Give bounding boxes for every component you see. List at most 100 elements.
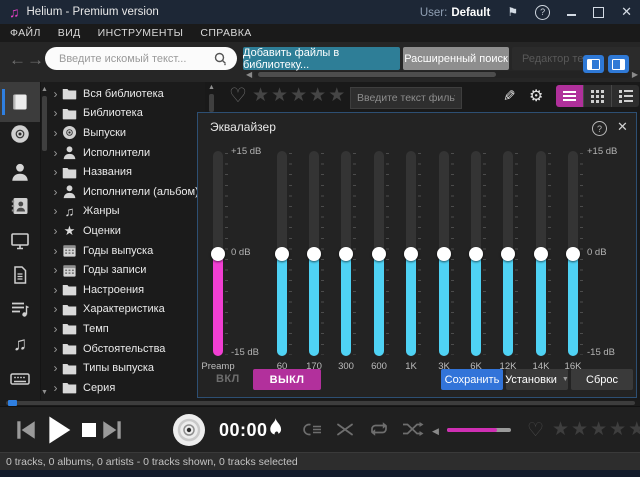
- favorite-heart-icon[interactable]: ♡: [527, 421, 544, 440]
- next-track-button[interactable]: [100, 418, 124, 442]
- eq-slider-thumb[interactable]: [275, 247, 289, 261]
- eq-band-16k[interactable]: 16K: [560, 151, 586, 381]
- scroll-right-arrow-icon[interactable]: ▶: [630, 71, 638, 79]
- sidebar-item-person[interactable]: [2, 156, 38, 188]
- crossfade-icon[interactable]: [336, 422, 354, 437]
- tree-item[interactable]: ›Выпуски: [49, 123, 205, 143]
- tree-item[interactable]: ›Настроения: [49, 280, 205, 300]
- chevron-right-icon[interactable]: ›: [49, 126, 62, 140]
- sidebar-item-document[interactable]: [2, 259, 38, 291]
- eq-band-3k[interactable]: 3K: [431, 151, 457, 381]
- dialog-close-icon[interactable]: ✕: [617, 119, 628, 135]
- tree-item[interactable]: ›Годы выпуска: [49, 241, 205, 261]
- eq-slider-thumb[interactable]: [339, 247, 353, 261]
- rating-stars[interactable]: ★★★★★: [252, 86, 345, 105]
- content-scrollbar-thumb[interactable]: [209, 94, 214, 112]
- search-box[interactable]: [45, 47, 237, 70]
- scrollbar-track[interactable]: [254, 71, 630, 78]
- tree-item[interactable]: ›Исполнители: [49, 143, 205, 163]
- tree-item[interactable]: ›Характеристика: [49, 300, 205, 320]
- chevron-right-icon[interactable]: ›: [49, 146, 62, 160]
- details-view-button[interactable]: [612, 85, 639, 107]
- eq-band-14k[interactable]: 14K: [528, 151, 554, 381]
- chevron-right-icon[interactable]: ›: [49, 204, 62, 218]
- tree-item[interactable]: ›Вся библиотека: [49, 84, 205, 104]
- scrollbar-thumb[interactable]: [258, 72, 496, 77]
- star-icon[interactable]: ★: [552, 420, 569, 439]
- chevron-right-icon[interactable]: ›: [49, 106, 62, 120]
- eq-slider-thumb[interactable]: [437, 247, 451, 261]
- sidebar-item-playlist[interactable]: [2, 293, 38, 325]
- minimize-button[interactable]: [567, 14, 576, 16]
- sidebar-item-contacts[interactable]: [2, 190, 38, 222]
- sidebar-item-keyboard[interactable]: [2, 363, 38, 395]
- maximize-button[interactable]: [593, 7, 604, 18]
- eq-slider-thumb[interactable]: [372, 247, 386, 261]
- help-icon[interactable]: ?: [535, 5, 550, 20]
- stop-button[interactable]: [79, 420, 99, 440]
- eq-band-1k[interactable]: 1K: [398, 151, 424, 381]
- play-queue-icon[interactable]: [303, 422, 323, 437]
- star-icon[interactable]: ★: [628, 420, 640, 439]
- tree-item[interactable]: ›Названия: [49, 162, 205, 182]
- menu-item-1[interactable]: ФАЙЛ: [10, 27, 41, 39]
- star-icon[interactable]: ★: [290, 86, 307, 105]
- chevron-right-icon[interactable]: ›: [49, 87, 62, 101]
- grid-view-button[interactable]: [584, 85, 612, 107]
- tree-item[interactable]: ›Темп: [49, 319, 205, 339]
- tree-scrollbar-thumb[interactable]: [42, 96, 47, 151]
- scroll-down-arrow-icon[interactable]: ▼: [40, 389, 49, 396]
- sidebar-item-monitor[interactable]: [2, 225, 38, 257]
- flag-icon[interactable]: ⚑: [507, 6, 518, 18]
- tree-item[interactable]: ›Библиотека: [49, 104, 205, 124]
- previous-track-button[interactable]: [14, 418, 38, 442]
- sidebar-item-notes[interactable]: ♫: [2, 328, 38, 360]
- star-icon[interactable]: ★: [309, 86, 326, 105]
- tree-item[interactable]: ›Типы выпуска: [49, 358, 205, 378]
- chevron-right-icon[interactable]: ›: [49, 322, 62, 336]
- eq-slider-thumb[interactable]: [307, 247, 321, 261]
- chevron-right-icon[interactable]: ›: [49, 302, 62, 316]
- tree-item[interactable]: ›Обстоятельства: [49, 339, 205, 359]
- chevron-right-icon[interactable]: ›: [49, 185, 62, 199]
- repeat-icon[interactable]: [368, 421, 390, 437]
- add-files-button[interactable]: Добавить файлы в библиотеку...: [243, 47, 400, 70]
- chevron-right-icon[interactable]: ›: [49, 263, 62, 277]
- star-icon[interactable]: ★: [271, 86, 288, 105]
- panel-right-toggle-button[interactable]: [608, 55, 629, 73]
- tree-item[interactable]: ›Исполнители (альбом): [49, 182, 205, 202]
- sidebar-item-book[interactable]: [0, 82, 40, 122]
- chevron-right-icon[interactable]: ›: [49, 342, 62, 356]
- star-icon[interactable]: ★: [609, 420, 626, 439]
- filter-input[interactable]: [351, 88, 461, 108]
- chevron-right-icon[interactable]: ›: [49, 224, 62, 238]
- star-icon[interactable]: ★: [252, 86, 269, 105]
- eq-slider-thumb[interactable]: [501, 247, 515, 261]
- play-button[interactable]: [42, 414, 74, 446]
- chevron-right-icon[interactable]: ›: [49, 361, 62, 375]
- eq-slider-thumb[interactable]: [404, 247, 418, 261]
- menu-item-4[interactable]: СПРАВКА: [200, 27, 251, 39]
- star-icon[interactable]: ★: [590, 420, 607, 439]
- scroll-up-arrow-icon[interactable]: ▲: [207, 84, 216, 91]
- eq-slider-thumb[interactable]: [469, 247, 483, 261]
- chevron-right-icon[interactable]: ›: [49, 165, 62, 179]
- flame-hot-icon[interactable]: [266, 417, 284, 441]
- tree-item[interactable]: ›♫Жанры: [49, 202, 205, 222]
- eq-band-60[interactable]: 60: [269, 151, 295, 381]
- track-rating-stars[interactable]: ★★★★★: [552, 420, 640, 439]
- eq-band-preamp[interactable]: Preamp: [205, 151, 231, 381]
- shuffle-icon[interactable]: [402, 421, 424, 437]
- scroll-left-arrow-icon[interactable]: ◀: [246, 71, 254, 79]
- edit-pencil-icon[interactable]: ✎: [503, 87, 516, 105]
- tree-vertical-scrollbar[interactable]: ▲ ▼: [40, 84, 49, 398]
- back-arrow-icon[interactable]: ←: [9, 51, 26, 68]
- content-vertical-scrollbar[interactable]: ▲: [207, 84, 216, 114]
- menu-item-3[interactable]: ИНСТРУМЕНТЫ: [98, 27, 184, 39]
- menu-item-2[interactable]: ВИД: [58, 27, 81, 39]
- eq-band-300[interactable]: 300: [333, 151, 359, 381]
- star-icon[interactable]: ★: [571, 420, 588, 439]
- chevron-right-icon[interactable]: ›: [49, 381, 62, 395]
- eq-band-12k[interactable]: 12K: [495, 151, 521, 381]
- tree-item[interactable]: ›Серия: [49, 378, 205, 398]
